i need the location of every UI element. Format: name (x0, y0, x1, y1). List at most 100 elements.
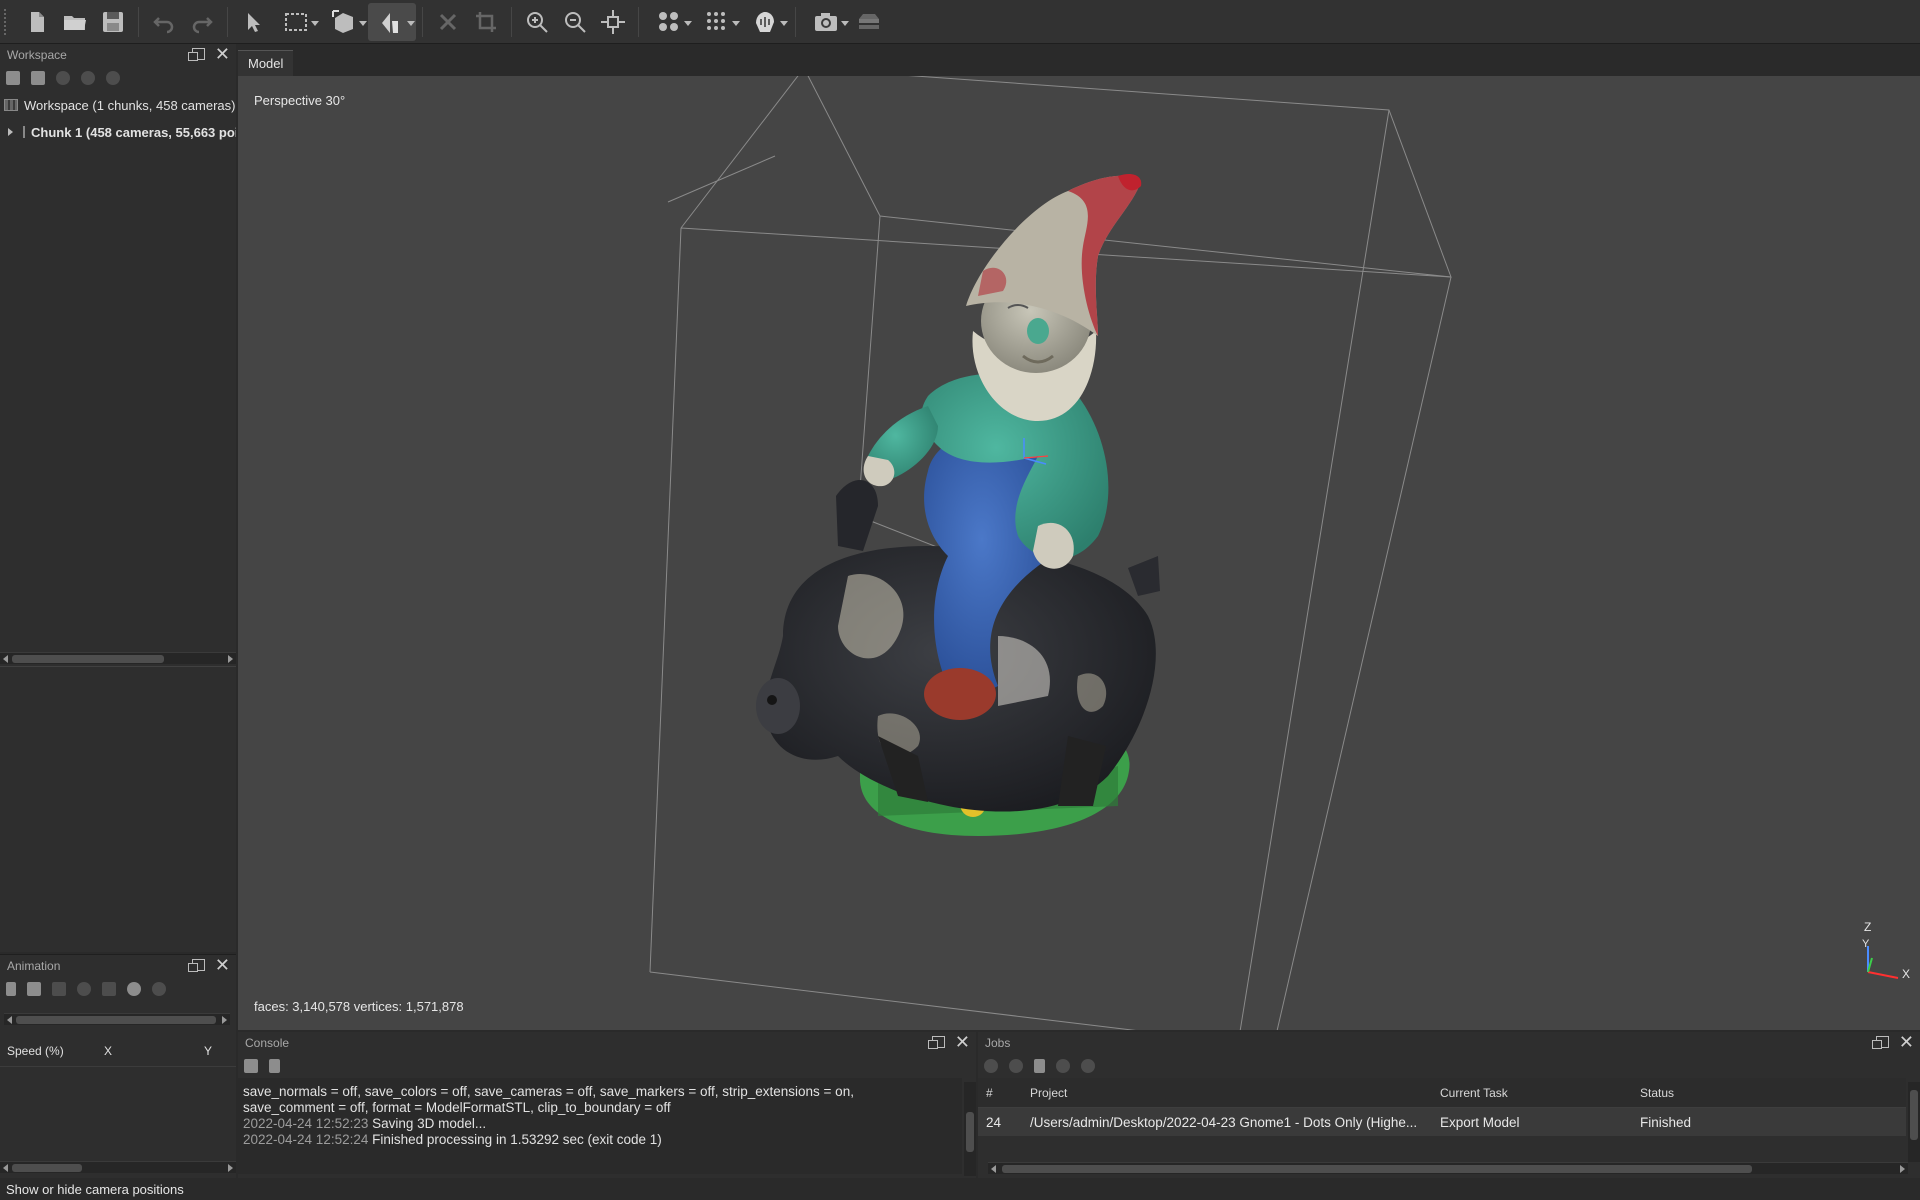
chunk-label: Chunk 1 (458 cameras, 55,663 points) (31, 124, 236, 140)
clear-log-icon[interactable] (269, 1059, 280, 1073)
float-panel-icon[interactable] (927, 1036, 945, 1049)
delete-icon[interactable] (429, 3, 467, 41)
scrollbar-thumb[interactable] (16, 1016, 216, 1024)
axis-x-label: X (1902, 967, 1911, 981)
chunk-item[interactable]: Chunk 1 (458 cameras, 55,663 points) (0, 118, 236, 146)
model-stats: faces: 3,140,578 vertices: 1,571,878 (254, 999, 464, 1014)
workspace-icon (4, 99, 18, 111)
float-panel-icon[interactable] (1871, 1036, 1889, 1049)
resize-region-icon[interactable] (320, 3, 368, 41)
reset-view-icon[interactable] (594, 3, 632, 41)
column-number[interactable]: # (978, 1086, 1024, 1100)
scrollbar-thumb[interactable] (1910, 1090, 1918, 1140)
delete-job-icon[interactable] (1034, 1059, 1045, 1073)
chevron-down-icon[interactable] (780, 20, 788, 26)
jobs-panel: Jobs ✕ # Project Current Task Status 24 … (978, 1032, 1920, 1178)
tab-model[interactable]: Model (238, 50, 294, 76)
scrollbar-thumb[interactable] (12, 655, 164, 663)
zoom-out-icon[interactable] (556, 3, 594, 41)
zoom-in-icon[interactable] (518, 3, 556, 41)
stop-icon[interactable] (1009, 1059, 1023, 1073)
chevron-down-icon[interactable] (841, 20, 849, 26)
toolbar-grip[interactable] (4, 8, 10, 35)
disable-icon[interactable] (81, 71, 95, 85)
open-track-icon[interactable] (27, 982, 41, 996)
chevron-down-icon[interactable] (732, 20, 740, 26)
job-project: /Users/admin/Desktop/2022-04-23 Gnome1 -… (1030, 1114, 1418, 1130)
move-down-icon[interactable] (1081, 1059, 1095, 1073)
scroll-right-icon[interactable] (228, 1164, 233, 1172)
axis-gizmo (1867, 946, 1899, 979)
add-chunk-icon[interactable] (6, 71, 20, 85)
scrollbar-thumb[interactable] (12, 1164, 82, 1172)
column-y[interactable]: Y (204, 1044, 212, 1058)
save-icon[interactable] (94, 3, 132, 41)
new-track-icon[interactable] (6, 982, 16, 996)
delete-keyframe-icon[interactable] (152, 982, 166, 996)
table-row[interactable]: 24 /Users/admin/Desktop/2022-04-23 Gnome… (978, 1108, 1906, 1136)
new-document-icon[interactable] (18, 3, 56, 41)
scrollbar-thumb[interactable] (1002, 1165, 1752, 1173)
column-speed[interactable]: Speed (%) (0, 1044, 104, 1058)
workspace-root-label: Workspace (1 chunks, 458 cameras) (24, 97, 236, 113)
scroll-right-icon[interactable] (1900, 1165, 1905, 1173)
chevron-down-icon[interactable] (311, 20, 319, 26)
start-icon[interactable] (984, 1059, 998, 1073)
chevron-down-icon[interactable] (407, 20, 415, 26)
show-dense-icon[interactable] (693, 3, 741, 41)
open-folder-icon[interactable] (56, 3, 94, 41)
show-model-icon[interactable] (741, 3, 789, 41)
column-project[interactable]: Project (1024, 1086, 1434, 1100)
console-vertical-scrollbar[interactable] (964, 1082, 976, 1176)
crop-icon[interactable] (467, 3, 505, 41)
close-icon[interactable]: ✕ (215, 45, 230, 63)
workspace-horizontal-scrollbar[interactable] (0, 652, 236, 664)
close-icon[interactable]: ✕ (955, 1033, 970, 1051)
scroll-left-icon[interactable] (3, 1164, 8, 1172)
save-log-icon[interactable] (244, 1059, 258, 1073)
workspace-root-item[interactable]: Workspace (1 chunks, 458 cameras) (0, 92, 236, 118)
add-photos-icon[interactable] (31, 71, 45, 85)
axis-z-label: Z (1864, 920, 1872, 934)
add-keyframe-icon[interactable] (127, 982, 141, 996)
animation-tools (0, 977, 236, 1001)
column-status[interactable]: Status (1634, 1086, 1864, 1100)
move-up-icon[interactable] (1056, 1059, 1070, 1073)
close-icon[interactable]: ✕ (1899, 1033, 1914, 1051)
float-panel-icon[interactable] (187, 959, 205, 972)
show-points-icon[interactable] (645, 3, 693, 41)
column-current-task[interactable]: Current Task (1434, 1086, 1634, 1100)
float-panel-icon[interactable] (187, 48, 205, 61)
animation-timeline-scrollbar[interactable] (4, 1013, 230, 1025)
enable-icon[interactable] (56, 71, 70, 85)
capture-view-icon[interactable] (802, 3, 850, 41)
navigation-icon[interactable] (368, 2, 416, 41)
jobs-vertical-scrollbar[interactable] (1908, 1082, 1920, 1162)
scroll-left-icon[interactable] (3, 655, 8, 663)
remove-icon[interactable] (106, 71, 120, 85)
pointer-icon[interactable] (234, 3, 272, 41)
animation-horizontal-scrollbar[interactable] (0, 1161, 236, 1173)
scrollbar-thumb[interactable] (966, 1112, 974, 1152)
scroll-left-icon[interactable] (7, 1016, 12, 1024)
close-icon[interactable]: ✕ (215, 956, 230, 974)
jobs-horizontal-scrollbar[interactable] (988, 1162, 1908, 1174)
save-track-icon[interactable] (52, 982, 66, 996)
scroll-right-icon[interactable] (228, 655, 233, 663)
show-region-icon[interactable] (850, 3, 888, 41)
chevron-down-icon[interactable] (359, 20, 367, 26)
undo-icon[interactable] (145, 3, 183, 41)
record-icon[interactable] (102, 982, 116, 996)
main-toolbar (0, 0, 1920, 44)
rectangle-select-icon[interactable] (272, 3, 320, 41)
chevron-down-icon[interactable] (684, 20, 692, 26)
model-viewport[interactable]: Perspective 30° faces: 3,140,578 vertice… (238, 76, 1920, 1030)
column-x[interactable]: X (104, 1044, 204, 1058)
redo-icon[interactable] (183, 3, 221, 41)
console-line: save_normals = off, save_colors = off, s… (243, 1084, 854, 1099)
console-output[interactable]: save_normals = off, save_colors = off, s… (238, 1078, 962, 1174)
scroll-left-icon[interactable] (991, 1165, 996, 1173)
scroll-right-icon[interactable] (222, 1016, 227, 1024)
play-icon[interactable] (77, 982, 91, 996)
expand-arrow-icon[interactable] (8, 128, 13, 136)
